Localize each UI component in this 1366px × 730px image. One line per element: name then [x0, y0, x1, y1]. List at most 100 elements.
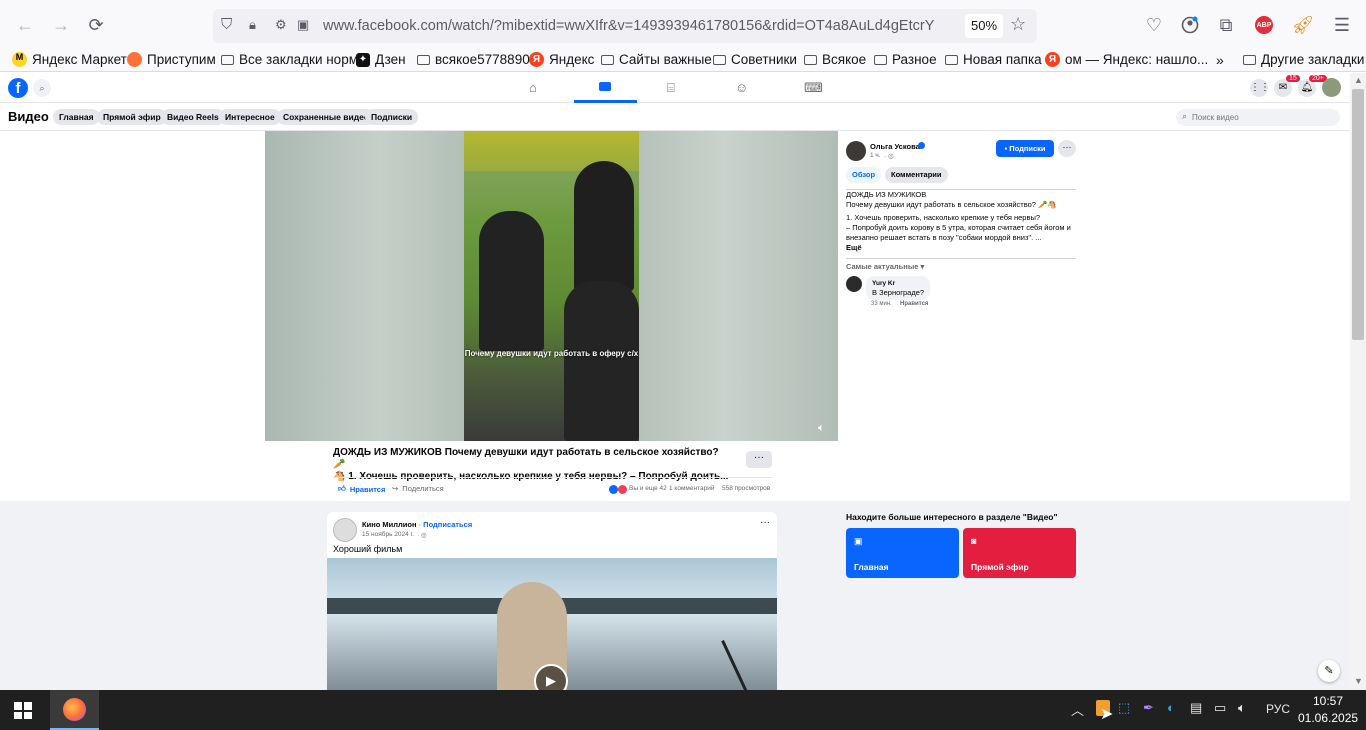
tab-reels[interactable]: Видео Reels	[161, 109, 225, 125]
bookmark-folder-new[interactable]: Новая папка	[945, 52, 1042, 67]
post-author-name[interactable]: Кино Миллион	[362, 520, 417, 529]
reaction-icons	[609, 485, 627, 494]
bookmark-yandex-market[interactable]: M Яндекс Маркет	[12, 52, 127, 67]
comment-sort-dropdown[interactable]: Самые актуальные ▾	[846, 262, 924, 271]
url-text[interactable]: www.facebook.com/watch/?mibextid=wwXIfr&…	[323, 18, 934, 34]
comments-count[interactable]: 1 комментарий	[669, 485, 715, 492]
gaming-nav-icon[interactable]: ⌨	[804, 80, 823, 96]
reactions-count[interactable]: Вы и еще 42	[629, 485, 667, 492]
video-player[interactable]: Почему девушки идут работать в оферу с/х…	[265, 131, 838, 441]
tray-overflow-icon[interactable]: ︿	[1071, 700, 1084, 719]
like-button[interactable]: 👍︎ Нравится	[338, 484, 385, 494]
post-header: Кино Миллион · Подписаться	[362, 520, 473, 529]
volume-icon[interactable]: 🔈︎	[818, 422, 825, 435]
clock[interactable]: 10:57 01.06.2025	[1298, 693, 1358, 727]
tab-explore[interactable]: Интересное	[219, 109, 281, 125]
camera-blocked-icon[interactable]: ▣	[297, 17, 309, 33]
bookmark-label: Сайты важные	[619, 52, 712, 67]
menu-grid-icon[interactable]: ⋮⋮	[1250, 79, 1270, 97]
video-nav-icon	[599, 82, 611, 91]
scrollbar-thumb[interactable]	[1352, 89, 1364, 340]
tray-app2-icon[interactable]: ◐	[1167, 700, 1175, 715]
marketplace-nav-icon[interactable]: ⌸	[667, 80, 675, 96]
bookmark-folder-vsyakoe[interactable]: всякое5778890	[417, 52, 530, 67]
comment-like-button[interactable]: Нравится	[900, 301, 928, 307]
reload-icon[interactable]: ⟳	[83, 12, 109, 38]
share-button[interactable]: ↪ Поделиться	[392, 484, 444, 493]
author-name[interactable]: Ольга Ускова	[870, 142, 920, 151]
bookmark-yandex-search[interactable]: Яом — Яндекс: нашло...	[1045, 52, 1208, 67]
bookmark-folder-various[interactable]: Разное	[874, 52, 937, 67]
tray-device-icon[interactable]: ▤	[1190, 700, 1202, 716]
desc-line: внезапно решает встать в позу "собаки мо…	[846, 233, 1042, 242]
rocket-extension-icon[interactable]: 🚀︎	[1290, 12, 1316, 38]
tab-live[interactable]: Прямой эфир	[97, 109, 167, 125]
bookmark-yandex[interactable]: Я Яндекс	[529, 52, 594, 67]
desc-line: Почему девушки идут работать в сельское …	[846, 200, 1057, 209]
scroll-down-icon[interactable]: ▼	[1354, 676, 1363, 686]
bookmark-folder-sites[interactable]: Сайты важные	[601, 52, 712, 67]
bookmark-other[interactable]: Другие закладки	[1243, 52, 1364, 67]
tab-saved[interactable]: Сохраненные видео	[277, 109, 376, 125]
adblock-icon[interactable]: ABP	[1251, 12, 1277, 38]
video-search-input[interactable]	[1192, 111, 1332, 124]
search-icon[interactable]: ⌕	[33, 79, 51, 97]
windows-start-icon[interactable]	[14, 702, 32, 719]
post-author-avatar[interactable]	[333, 518, 357, 542]
post-video-thumbnail[interactable]: ▶	[327, 558, 777, 690]
play-icon[interactable]: ▶	[534, 664, 568, 690]
zoom-level[interactable]: 50%	[965, 14, 1004, 38]
facebook-logo[interactable]: f	[8, 78, 28, 98]
bookmark-star-icon[interactable]: ☆	[1010, 14, 1026, 35]
more-options-button[interactable]: ···	[746, 451, 772, 468]
volume-icon[interactable]: 🔈︎	[1238, 700, 1246, 716]
post-follow-link[interactable]: Подписаться	[423, 520, 472, 529]
new-message-icon[interactable]: ✎	[1318, 660, 1340, 682]
scroll-up-icon[interactable]: ▲	[1354, 75, 1363, 85]
author-avatar[interactable]	[846, 141, 866, 161]
start-tile	[24, 702, 32, 710]
comment-bubble: Yury Kr В Зернограде?	[866, 276, 931, 300]
pocket-icon[interactable]: ♡	[1141, 12, 1167, 38]
bookmark-label: ом — Яндекс: нашло...	[1065, 52, 1209, 67]
groups-nav-icon[interactable]: ☺	[735, 80, 748, 95]
author-more-button[interactable]: ···	[1058, 140, 1076, 157]
post-more-button[interactable]: ···	[760, 517, 770, 528]
tab-home[interactable]: Главная	[53, 109, 100, 125]
profile-avatar[interactable]	[1322, 78, 1341, 97]
shield-icon[interactable]: ⛉	[221, 16, 232, 33]
video-nav-tab[interactable]	[574, 73, 637, 103]
page-scrollbar[interactable]: ▲ ▼	[1350, 73, 1366, 690]
follow-button[interactable]: ▪ Подписки	[996, 140, 1054, 157]
bookmark-folder-all[interactable]: Все закладки норм	[221, 52, 358, 67]
video-search-box[interactable]: ⌕	[1176, 109, 1340, 126]
commenter-avatar[interactable]	[846, 276, 862, 292]
bookmark-pristupim[interactable]: Приступим	[127, 52, 216, 67]
discover-home-card[interactable]: ▣ Главная	[846, 528, 959, 578]
menu-icon[interactable]: ☰	[1329, 12, 1355, 38]
bookmark-dzen[interactable]: ✦ Дзен	[356, 52, 406, 67]
bookmark-folder-advisors[interactable]: Советники	[713, 52, 797, 67]
lock-icon[interactable]: 🔒︎	[249, 17, 256, 33]
tab-comments[interactable]: Комментарии	[885, 167, 948, 183]
extensions-icon[interactable]: ⧉	[1213, 12, 1239, 38]
language-indicator[interactable]: РУС	[1266, 702, 1290, 716]
pen-icon[interactable]: ✒	[1143, 700, 1154, 716]
tab-overview[interactable]: Обзор	[846, 167, 882, 183]
forward-icon[interactable]: →	[48, 12, 74, 38]
url-bar[interactable]: ⛉ 🔒︎ ⚙ ▣ www.facebook.com/watch/?mibexti…	[213, 9, 1037, 43]
bookmark-folder-misc[interactable]: Всякое	[804, 52, 866, 67]
tab-subscriptions[interactable]: Подписки	[365, 109, 419, 125]
see-more-link[interactable]: Ещё	[846, 243, 1078, 253]
account-icon[interactable]	[1177, 12, 1203, 38]
taskbar-firefox[interactable]	[50, 690, 99, 730]
network-icon[interactable]: ▭	[1214, 700, 1226, 716]
snipping-tool-icon[interactable]: ⬚	[1118, 700, 1130, 716]
back-icon[interactable]: ←	[12, 12, 38, 38]
bookmarks-overflow-icon[interactable]: »	[1216, 52, 1224, 68]
commenter-name[interactable]: Yury Kr	[872, 279, 924, 288]
permissions-icon[interactable]: ⚙	[275, 17, 287, 33]
home-nav-icon[interactable]: ⌂	[529, 80, 537, 95]
post-date[interactable]: 15 ноябрь 2024 г.	[362, 531, 414, 538]
discover-live-card[interactable]: ◙ Прямой эфир	[963, 528, 1076, 578]
